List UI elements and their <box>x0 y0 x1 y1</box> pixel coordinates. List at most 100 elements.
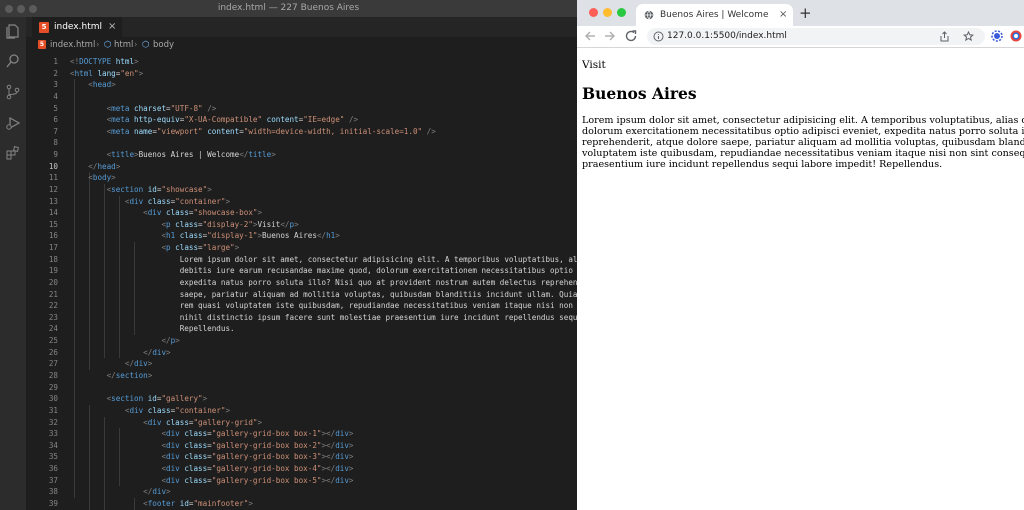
code-line[interactable]: saepe, pariatur aliquam ad mollitia volu… <box>70 289 577 301</box>
code-line[interactable]: <h1 class="display-1">Buenos Aires</h1> <box>70 230 339 242</box>
code-token: p <box>166 243 176 253</box>
bookmark-star-icon[interactable] <box>963 31 974 42</box>
code-token: div <box>152 347 167 357</box>
code-line[interactable]: </section> <box>70 370 153 382</box>
code-line[interactable]: nihil distinctio ipsum facere sunt moles… <box>70 312 577 324</box>
lorem-paragraph: Lorem ipsum dolor sit amet, consectetur … <box>582 115 1024 170</box>
breadcrumb-body[interactable]: body <box>153 37 174 53</box>
site-info-icon[interactable] <box>653 31 664 42</box>
code-line[interactable]: <title>Buenos Aires | Welcome</title> <box>70 149 276 161</box>
paragraph-line: dolorum exercitationem necessitatibus op… <box>582 126 1024 137</box>
code-line[interactable]: <meta charset="UTF-8" /> <box>70 103 217 115</box>
tab-index-html[interactable]: 5 index.html × <box>32 17 122 37</box>
code-line[interactable]: <body> <box>70 172 115 184</box>
back-arrow-icon[interactable] <box>583 29 597 43</box>
code-line[interactable]: <div class="gallery-grid"> <box>70 417 262 429</box>
code-line[interactable]: <div class="gallery-grid-box box-3"></di… <box>70 451 353 463</box>
line-number: 27 <box>48 359 58 369</box>
code-token: rem quasi voluptatem iste quibusdam, rep… <box>70 301 577 311</box>
browser-maximize-dot[interactable] <box>617 8 626 17</box>
code-line[interactable]: <div class="gallery-grid-box box-2"></di… <box>70 440 353 452</box>
address-bar[interactable]: 127.0.0.1:5500/index.html <box>647 28 985 45</box>
code-token: </ <box>124 359 135 369</box>
code-line[interactable]: </p> <box>70 335 179 347</box>
code-token: "gallery-grid-box box-1" <box>211 429 322 439</box>
code-line[interactable]: Lorem ipsum dolor sit amet, consectetur … <box>70 254 577 266</box>
editor-minimize-dot[interactable] <box>17 5 25 13</box>
code-line[interactable]: </head> <box>70 161 120 173</box>
editor-close-dot[interactable] <box>5 5 13 13</box>
code-token: "UTF-8" <box>170 103 203 113</box>
code-token: > <box>147 359 153 369</box>
code-token: h1 <box>166 231 180 241</box>
profile-avatar-icon[interactable] <box>1010 30 1022 42</box>
source-control-icon[interactable] <box>5 84 21 100</box>
reload-icon[interactable] <box>624 29 638 43</box>
line-number: 9 <box>53 150 58 160</box>
breadcrumb-html[interactable]: html <box>114 37 133 53</box>
code-line[interactable]: debitis iure earum recusandae maxime quo… <box>70 265 573 277</box>
code-token: html <box>115 57 135 66</box>
line-number: 5 <box>53 103 58 113</box>
code-line[interactable]: <div class="gallery-grid-box box-5"></di… <box>70 475 353 487</box>
code-token: "large" <box>202 243 235 253</box>
tab-close-icon[interactable]: × <box>108 17 116 37</box>
code-token: ></ <box>321 440 336 450</box>
explorer-icon[interactable] <box>5 23 21 39</box>
editor-maximize-dot[interactable] <box>29 5 37 13</box>
code-line[interactable]: <html lang="en"> <box>70 68 143 80</box>
code-line[interactable]: Repellendus. <box>70 323 235 335</box>
code-line[interactable]: <div class="container"> <box>70 196 230 208</box>
code-line[interactable]: <p class="large"> <box>70 242 239 254</box>
browser-minimize-dot[interactable] <box>603 8 612 17</box>
forward-arrow-icon[interactable] <box>603 29 617 43</box>
code-line[interactable]: <meta name="viewport" content="width=dev… <box>70 126 436 138</box>
code-line[interactable]: <!DOCTYPE html> <box>70 56 139 68</box>
editor-tab-bar: 5 index.html × <box>26 17 577 37</box>
code-token: > <box>134 57 139 66</box>
line-number: 6 <box>53 115 58 125</box>
code-line[interactable]: <meta http-equiv="X-UA-Compatible" conte… <box>70 114 359 126</box>
code-token: div <box>166 452 185 462</box>
new-tab-button[interactable]: + <box>799 4 812 22</box>
code-line[interactable]: <div class="gallery-grid-box box-1"></di… <box>70 428 353 440</box>
code-token: Visit <box>257 219 281 229</box>
code-line[interactable]: rem quasi voluptatem iste quibusdam, rep… <box>70 300 577 312</box>
share-icon[interactable] <box>939 31 950 42</box>
code-line[interactable]: <div class="container"> <box>70 405 230 417</box>
code-line[interactable]: <footer id="mainfooter"> <box>70 498 253 510</box>
browser-tab-close-icon[interactable]: × <box>779 4 787 26</box>
line-number: 18 <box>48 254 58 264</box>
code-line[interactable]: <section id="showcase"> <box>70 184 212 196</box>
code-token: </ <box>143 347 153 357</box>
code-area[interactable]: 1 <!DOCTYPE html> 2 <html lang="en"> 3 <head… <box>26 53 577 510</box>
code-line[interactable]: <head> <box>70 79 115 91</box>
code-line[interactable]: <p class="display-2">Visit</p> <box>70 219 298 231</box>
code-line[interactable]: </div> <box>70 358 152 370</box>
code-line[interactable]: <section id="gallery"> <box>70 393 208 405</box>
search-icon[interactable] <box>5 53 21 69</box>
code-line[interactable]: <div class="gallery-grid-box box-4"></di… <box>70 463 353 475</box>
run-debug-icon[interactable] <box>5 115 21 131</box>
code-token: div <box>129 405 148 415</box>
code-line[interactable]: </div> <box>70 347 170 359</box>
browser-close-dot[interactable] <box>589 8 598 17</box>
code-token: "gallery-grid-box box-3" <box>211 452 322 462</box>
extensions-icon[interactable] <box>5 145 21 161</box>
code-line[interactable]: </div> <box>70 486 170 498</box>
code-line[interactable]: expedita natus porro soluta illo? Nisi q… <box>70 277 577 289</box>
html5-file-icon: 5 <box>38 40 46 49</box>
line-number: 36 <box>48 464 58 474</box>
extension-gear-icon[interactable] <box>991 30 1003 42</box>
code-token: div <box>166 464 185 474</box>
browser-tab[interactable]: Buenos Aires | Welcome × <box>636 4 793 26</box>
code-token: > <box>271 150 276 160</box>
breadcrumb-file[interactable]: index.html <box>50 37 95 53</box>
code-line[interactable]: <div class="showcase-box"> <box>70 207 262 219</box>
code-token: </ <box>280 219 290 229</box>
